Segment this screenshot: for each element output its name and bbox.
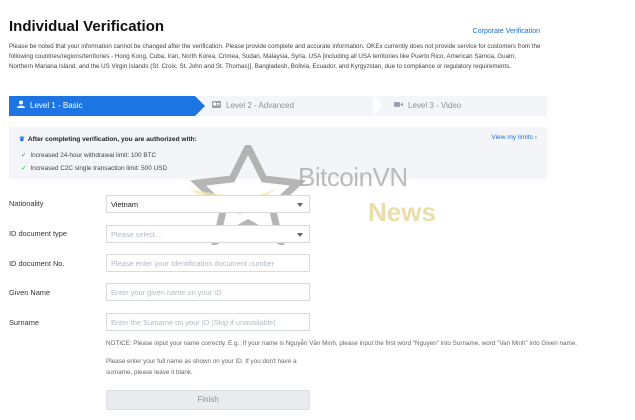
given-name-label: Given Name	[9, 288, 51, 297]
surname-label: Surname	[9, 318, 39, 327]
id-number-placeholder: Please enter your Identification documen…	[111, 259, 275, 268]
nationality-select[interactable]: Vietnam	[106, 195, 310, 213]
benefits-panel: ♛ After completing verification, you are …	[9, 127, 547, 179]
benefit-text: Increased C2C single transaction limit: …	[30, 165, 168, 172]
benefit-item: ✓ Increased C2C single transaction limit:…	[21, 164, 167, 172]
watermark-brand: BitcoinVN	[298, 162, 408, 192]
page-title: Individual Verification	[9, 18, 165, 35]
step-level-3[interactable]: Level 3 - Video	[394, 96, 461, 116]
view-limits-link[interactable]: View my limits ›	[491, 134, 537, 141]
level-steps: Level 1 - Basic Level 2 - Advanced Level…	[9, 96, 547, 116]
nationality-label: Nationality	[9, 199, 44, 208]
step-divider-arrow	[373, 96, 383, 116]
caret-down-icon	[297, 233, 303, 237]
step-level-3-label: Level 3 - Video	[408, 101, 462, 111]
benefits-heading: After completing verification, you are a…	[27, 136, 197, 143]
name-notice: NOTICE: Please input your name correctly…	[106, 340, 578, 347]
corporate-verification-link[interactable]: Corporate Verification	[473, 28, 540, 35]
verification-notice: Please be noted that your information ca…	[9, 43, 541, 71]
given-name-input[interactable]: Enter your given name on your ID	[106, 283, 310, 301]
step-level-1-label: Level 1 - Basic	[30, 101, 83, 111]
id-number-input[interactable]: Please enter your Identification documen…	[106, 254, 310, 272]
given-name-placeholder: Enter your given name on your ID	[111, 288, 222, 297]
id-type-select[interactable]: Please select...	[106, 225, 310, 243]
benefits-heading-row: ♛ After completing verification, you are …	[19, 135, 197, 143]
step-level-1[interactable]: Level 1 - Basic	[9, 96, 205, 116]
id-type-placeholder: Please select...	[111, 230, 162, 239]
id-number-label: ID document No.	[9, 259, 65, 268]
finish-button[interactable]: Finish	[106, 390, 310, 410]
surname-placeholder: Enter the Surname on your ID (Skip if un…	[111, 318, 276, 327]
check-icon: ✓	[21, 165, 27, 172]
check-icon: ✓	[21, 152, 27, 159]
surname-input[interactable]: Enter the Surname on your ID (Skip if un…	[106, 313, 310, 331]
benefit-text: Increased 24-hour withdrawal limit: 100 …	[30, 152, 157, 159]
id-type-label: ID document type	[9, 229, 67, 238]
id-card-icon	[212, 96, 221, 116]
user-icon	[17, 96, 25, 116]
chevron-right-icon: ›	[532, 134, 537, 141]
video-icon	[394, 96, 403, 116]
name-hint: Please enter your full name as shown on …	[106, 358, 297, 376]
benefit-item: ✓ Increased 24-hour withdrawal limit: 100…	[21, 151, 156, 159]
caret-down-icon	[297, 203, 303, 207]
nationality-value: Vietnam	[111, 200, 138, 209]
watermark-sub: News	[368, 197, 436, 227]
crown-icon: ♛	[19, 136, 25, 143]
step-level-2-label: Level 2 - Advanced	[226, 101, 295, 111]
view-limits-label: View my limits	[491, 134, 533, 141]
step-level-2[interactable]: Level 2 - Advanced	[212, 96, 294, 116]
